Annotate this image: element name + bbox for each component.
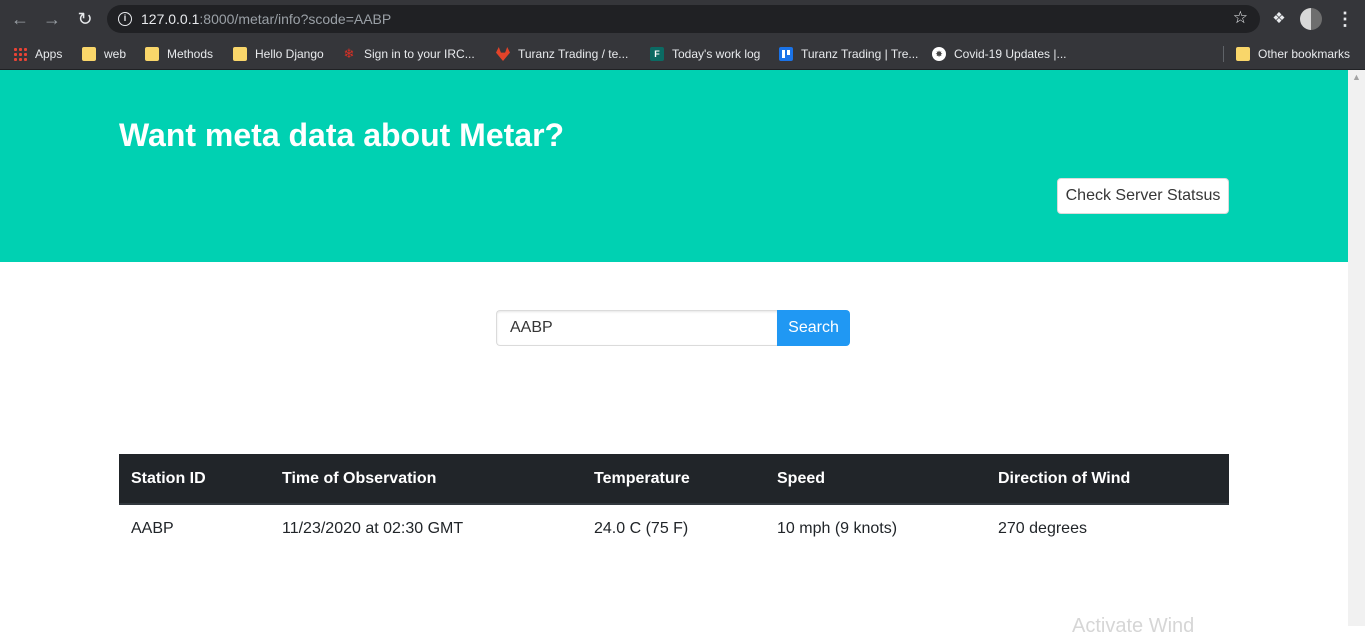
search-button[interactable]: Search [777,310,850,346]
bookmark-hello-django[interactable]: Hello Django [233,38,324,70]
folder-icon [1236,47,1250,61]
bookmark-gitlab[interactable]: Turanz Trading / te... [496,38,628,70]
browser-toolbar: ← → ↻ i 127.0.0.1:8000/metar/info?scode=… [0,0,1365,38]
site-info-icon[interactable]: i [118,12,132,26]
reload-icon[interactable]: ↻ [74,8,96,30]
folder-icon [233,47,247,61]
table-row: AABP 11/23/2020 at 02:30 GMT 24.0 C (75 … [119,504,1229,553]
page-title: Want meta data about Metar? [119,117,565,153]
header-station-id: Station ID [119,454,270,505]
activate-windows-watermark: Activate Wind [1072,615,1195,637]
gitlab-icon [496,47,510,61]
address-bar[interactable]: i 127.0.0.1:8000/metar/info?scode=AABP ☆ [107,5,1260,33]
apps-grid-icon [13,47,27,61]
forms-icon: F [650,47,664,61]
cell-temperature: 24.0 C (75 F) [594,520,689,537]
bookmark-trello[interactable]: Turanz Trading | Tre... [779,38,918,70]
browser-menu-icon[interactable]: ⋮ [1336,8,1354,30]
scroll-up-arrow-icon[interactable]: ▲ [1352,72,1361,82]
folder-icon [145,47,159,61]
page-viewport: Want meta data about Metar? Check Server… [0,70,1365,637]
header-direction-of-wind: Direction of Wind [986,454,1229,505]
extensions-puzzle-icon[interactable]: ❖ [1270,9,1288,27]
bookmark-work-log[interactable]: F Today's work log [650,38,760,70]
trello-icon [779,47,793,61]
bookmarks-divider [1223,46,1224,62]
metar-results-table: Station ID Time of Observation Temperatu… [119,454,1229,553]
bookmarks-bar: Apps web Methods Hello Django ❄ Sign in t… [0,38,1365,70]
hero-banner: Want meta data about Metar? Check Server… [0,70,1348,262]
bookmark-irc[interactable]: ❄ Sign in to your IRC... [342,38,475,70]
check-server-status-button[interactable]: Check Server Statsus [1057,178,1229,214]
back-arrow-icon[interactable]: ← [9,8,31,30]
header-speed: Speed [765,454,986,505]
folder-icon [82,47,96,61]
station-code-input[interactable] [496,310,778,346]
bookmark-methods[interactable]: Methods [145,38,213,70]
cell-direction-of-wind: 270 degrees [998,520,1087,537]
bookmark-apps[interactable]: Apps [13,38,62,70]
cell-station-id: AABP [131,520,174,537]
profile-avatar[interactable] [1300,8,1322,30]
page-scrollbar[interactable]: ▲ [1348,70,1365,626]
maple-leaf-icon: ❄ [343,46,355,61]
bookmark-covid[interactable]: ✸ Covid-19 Updates |... [932,38,1067,70]
bookmark-web[interactable]: web [82,38,126,70]
bookmark-star-icon[interactable]: ☆ [1233,8,1248,28]
covid-icon: ✸ [932,47,946,61]
bookmark-other[interactable]: Other bookmarks [1236,38,1350,70]
address-url[interactable]: 127.0.0.1:8000/metar/info?scode=AABP [141,11,391,27]
cell-time-of-observation: 11/23/2020 at 02:30 GMT [282,520,464,537]
cell-speed: 10 mph (9 knots) [777,520,898,537]
forward-arrow-icon[interactable]: → [41,8,63,30]
header-temperature: Temperature [582,454,765,505]
header-time-of-observation: Time of Observation [270,454,582,505]
table-header-row: Station ID Time of Observation Temperatu… [119,454,1229,505]
